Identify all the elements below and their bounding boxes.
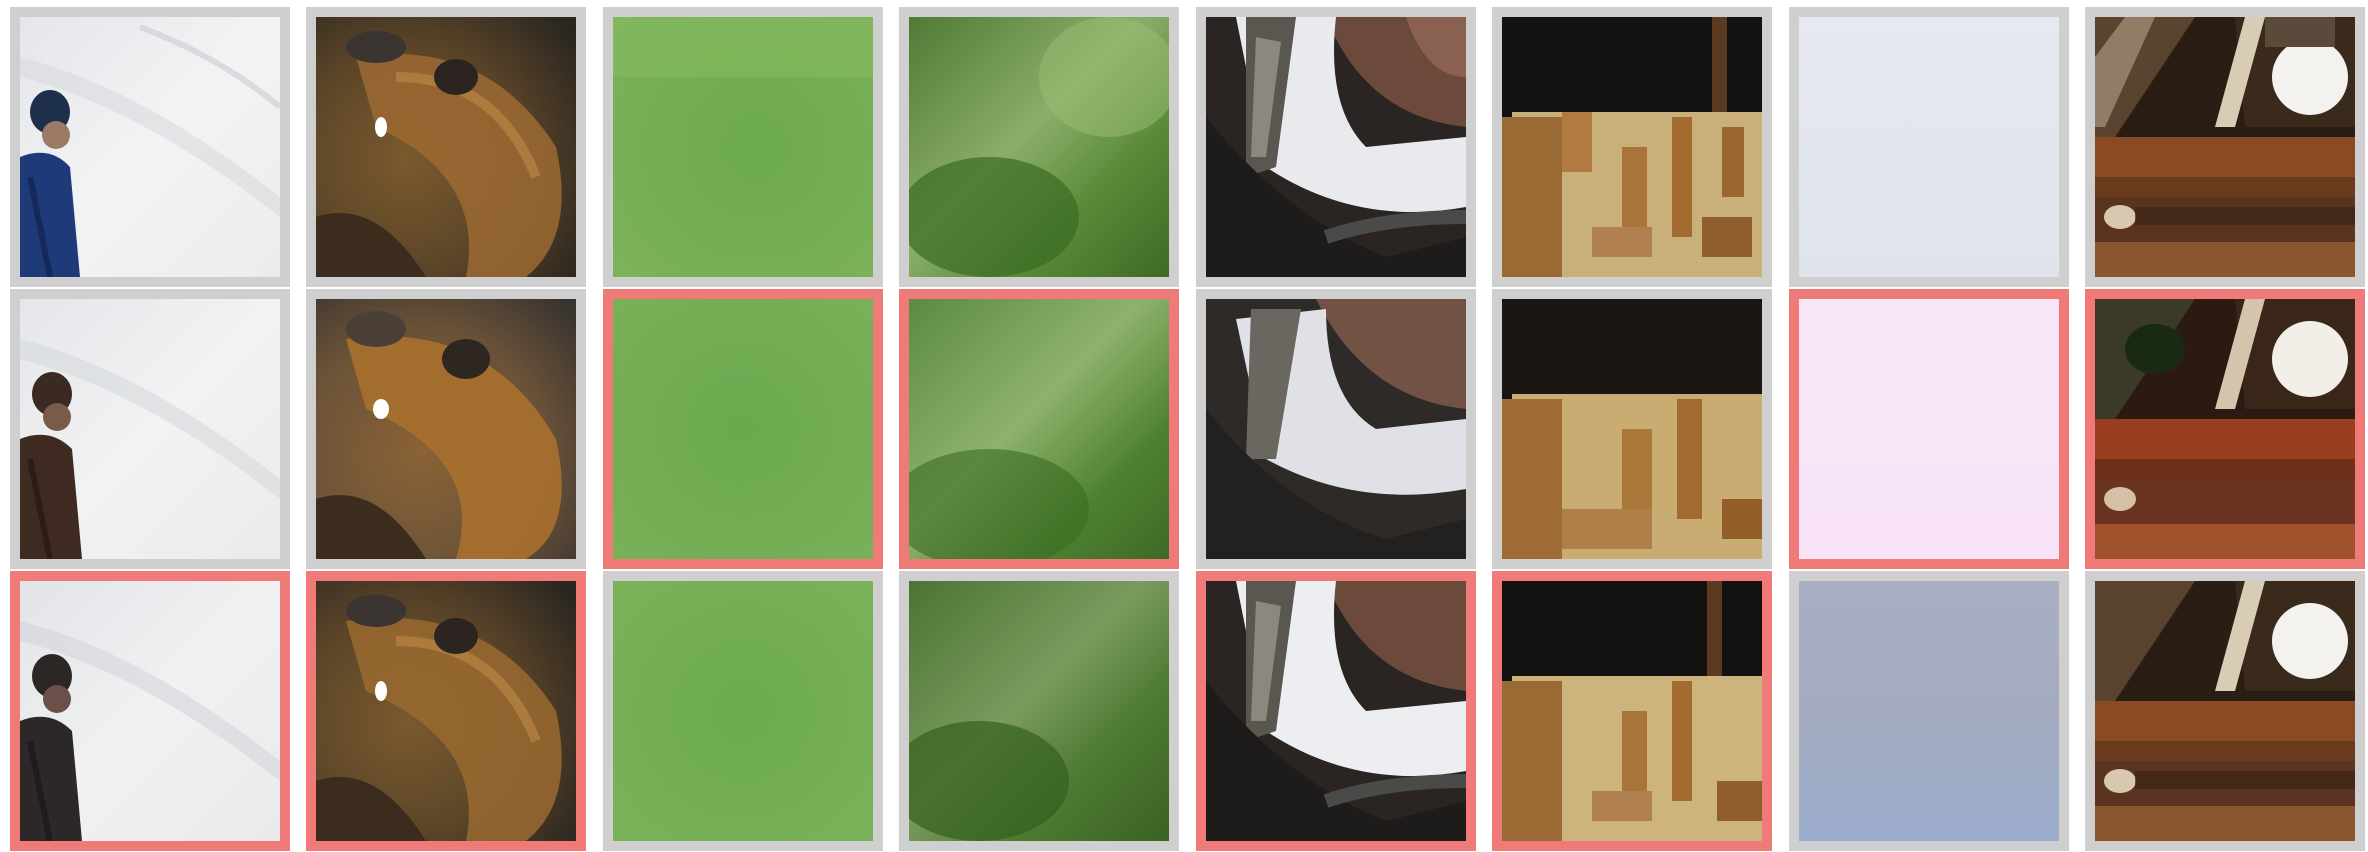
green-blur-image	[613, 17, 873, 277]
rusty-wood-image	[1502, 581, 1762, 841]
person-in-snow-image	[20, 17, 280, 277]
tile-r2-c4-green-blur	[899, 289, 1179, 569]
tile-r3-c4-green-blur	[899, 571, 1179, 851]
clothing-strap-image	[1206, 581, 1466, 841]
tile-r3-c3-green-blur	[603, 571, 883, 851]
tile-r2-c2-animal-fur	[306, 289, 586, 569]
person-in-snow-image	[20, 581, 280, 841]
pale-sky-image	[1799, 581, 2059, 841]
clothing-strap-image	[1206, 299, 1466, 559]
tile-r1-c8-ornate-frame	[2085, 7, 2365, 287]
rusty-wood-image	[1502, 17, 1762, 277]
rusty-wood-image	[1502, 299, 1762, 559]
animal-fur-image	[316, 17, 576, 277]
ornate-frame-image	[2095, 581, 2355, 841]
green-blur-image	[909, 299, 1169, 559]
tile-r1-c6-rusty-wood	[1492, 7, 1772, 287]
person-in-snow-image	[20, 299, 280, 559]
tile-r3-c7-pale-sky	[1789, 571, 2069, 851]
tile-r3-c5-clothing-strap	[1196, 571, 1476, 851]
tile-r2-c3-green-blur	[603, 289, 883, 569]
animal-fur-image	[316, 581, 576, 841]
tile-r2-c8-ornate-frame	[2085, 289, 2365, 569]
green-blur-image	[909, 17, 1169, 277]
image-comparison-grid	[0, 0, 2368, 852]
tile-r1-c7-pale-sky	[1789, 7, 2069, 287]
tile-r1-c5-clothing-strap	[1196, 7, 1476, 287]
tile-r3-c1-person-in-snow	[10, 571, 290, 851]
tile-r2-c7-pale-sky	[1789, 289, 2069, 569]
tile-r2-c6-rusty-wood	[1492, 289, 1772, 569]
pale-sky-image	[1799, 17, 2059, 277]
tile-r1-c3-green-blur	[603, 7, 883, 287]
green-blur-image	[613, 581, 873, 841]
tile-r2-c1-person-in-snow	[10, 289, 290, 569]
tile-r2-c5-clothing-strap	[1196, 289, 1476, 569]
ornate-frame-image	[2095, 17, 2355, 277]
animal-fur-image	[316, 299, 576, 559]
tile-r1-c2-animal-fur	[306, 7, 586, 287]
tile-r3-c2-animal-fur	[306, 571, 586, 851]
ornate-frame-image	[2095, 299, 2355, 559]
green-blur-image	[909, 581, 1169, 841]
tile-r3-c8-ornate-frame	[2085, 571, 2365, 851]
clothing-strap-image	[1206, 17, 1466, 277]
pale-sky-image	[1799, 299, 2059, 559]
tile-r1-c4-green-blur	[899, 7, 1179, 287]
green-blur-image	[613, 299, 873, 559]
tile-r1-c1-person-in-snow	[10, 7, 290, 287]
tile-r3-c6-rusty-wood	[1492, 571, 1772, 851]
